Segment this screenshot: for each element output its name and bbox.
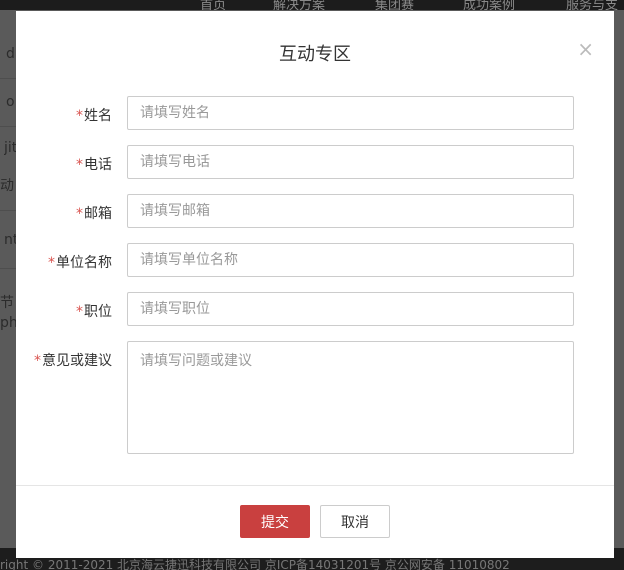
- close-icon[interactable]: ×: [577, 39, 594, 59]
- position-label: *职位: [76, 304, 112, 320]
- name-label: *姓名: [76, 108, 112, 124]
- background-text: 动: [0, 178, 14, 194]
- interaction-modal: 互动专区 × *姓名 *电话 *邮箱 *单位名称 *职位 *意见或建议 提交 取…: [16, 11, 614, 558]
- background-nav-item: 集团赛: [375, 0, 415, 10]
- background-right-edge: [614, 10, 624, 548]
- required-mark: *: [48, 255, 55, 271]
- feedback-label: *意见或建议: [34, 353, 112, 369]
- background-nav-item: 首页: [200, 0, 227, 10]
- modal-footer-divider: [16, 485, 614, 486]
- required-mark: *: [76, 206, 83, 222]
- phone-input[interactable]: [127, 145, 574, 179]
- background-divider: [0, 126, 16, 127]
- background-nav-item: 解决方案: [273, 0, 326, 10]
- background-text: 节: [0, 295, 14, 311]
- company-input[interactable]: [127, 243, 574, 277]
- email-input[interactable]: [127, 194, 574, 228]
- background-divider: [0, 78, 16, 79]
- phone-label: *电话: [76, 157, 112, 173]
- cancel-button[interactable]: 取消: [320, 505, 390, 538]
- background-nav: 首页 解决方案 集团赛 成功案例 服务与支: [0, 0, 624, 10]
- required-mark: *: [76, 108, 83, 124]
- background-text: ph: [0, 315, 16, 331]
- feedback-textarea[interactable]: [127, 341, 574, 454]
- email-label: *邮箱: [76, 206, 112, 222]
- background-divider: [0, 210, 16, 211]
- modal-title: 互动专区: [279, 44, 351, 65]
- position-input[interactable]: [127, 292, 574, 326]
- required-mark: *: [34, 353, 41, 369]
- submit-button[interactable]: 提交: [240, 505, 310, 538]
- background-footer-text: right © 2011-2021 北京海云捷迅科技有限公司 京ICP备1403…: [0, 558, 510, 570]
- background-divider: [0, 268, 16, 269]
- required-mark: *: [76, 304, 83, 320]
- company-label: *单位名称: [48, 255, 112, 271]
- required-mark: *: [76, 157, 83, 173]
- background-nav-item: 成功案例: [463, 0, 516, 10]
- name-input[interactable]: [127, 96, 574, 130]
- background-nav-item: 服务与支: [566, 0, 619, 10]
